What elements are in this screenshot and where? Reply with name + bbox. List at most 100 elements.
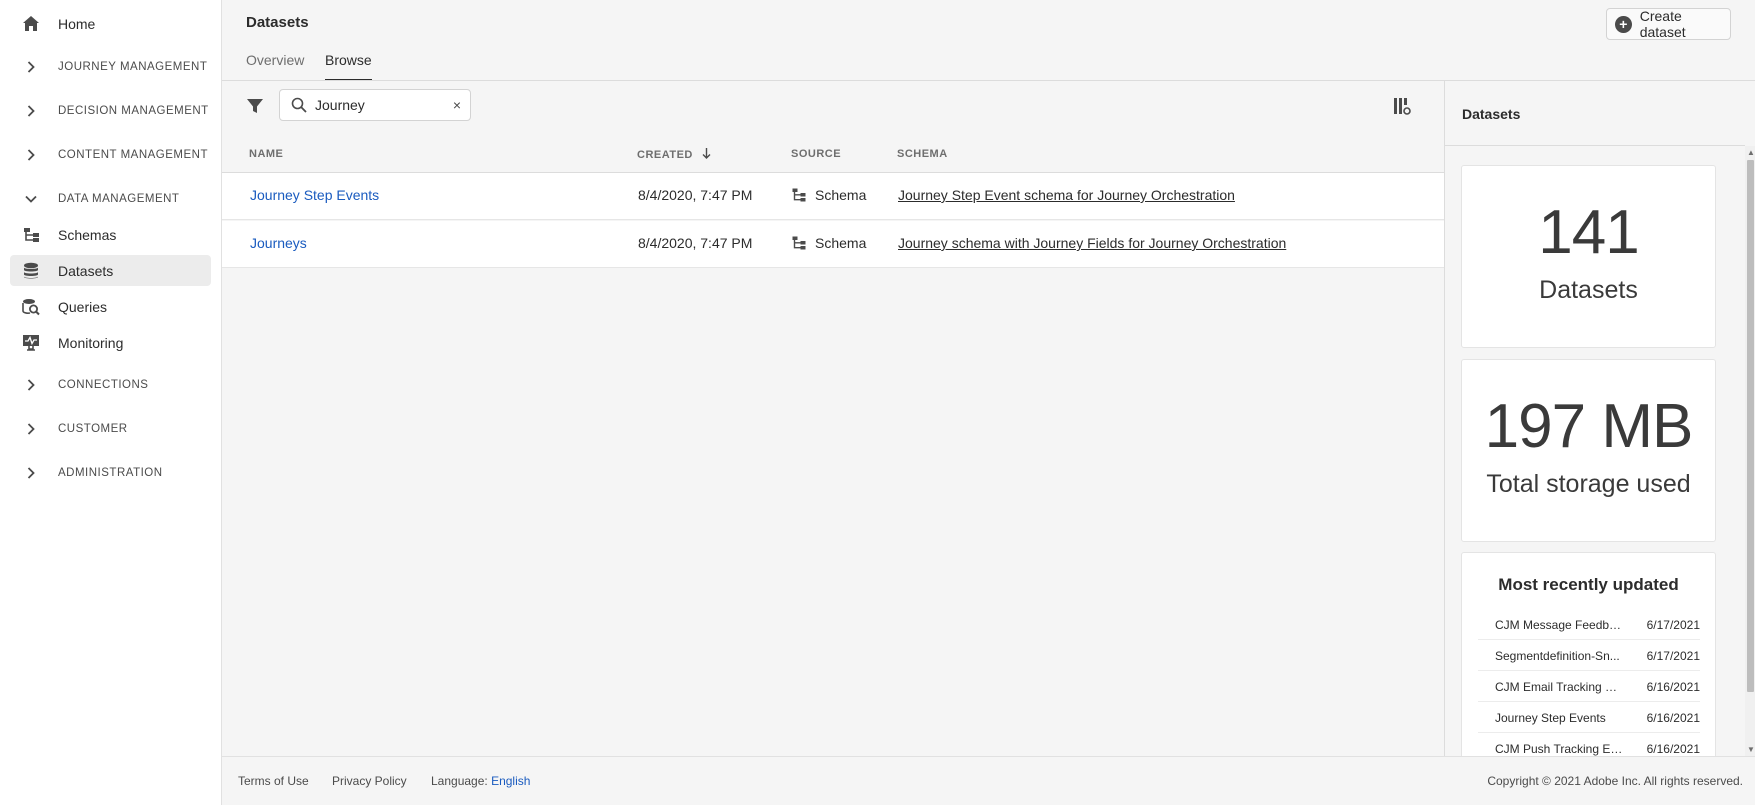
language-selector[interactable]: Language: English <box>431 774 530 788</box>
sidebar-item-monitoring[interactable]: Monitoring <box>10 327 211 358</box>
tab-overview[interactable]: Overview <box>246 52 304 81</box>
language-label: Language: <box>431 774 488 788</box>
home-icon <box>21 14 41 34</box>
create-dataset-button[interactable]: + Create dataset <box>1606 8 1731 40</box>
dataset-name-link[interactable]: Journey Step Events <box>250 187 379 203</box>
recent-item-date: 6/17/2021 <box>1646 649 1700 663</box>
sidebar-item-label: Schemas <box>58 226 117 243</box>
query-icon <box>21 297 41 317</box>
sidebar-item-label: Queries <box>58 298 108 315</box>
search-value[interactable]: Journey <box>315 97 444 113</box>
copyright-text: Copyright © 2021 Adobe Inc. All rights r… <box>1487 774 1743 788</box>
created-date: 8/4/2020, 7:47 PM <box>638 187 753 203</box>
column-header-created[interactable]: CREATED <box>637 148 711 162</box>
sidebar-section-label: CONNECTIONS <box>58 379 149 391</box>
arrow-down-icon <box>702 148 711 162</box>
scroll-down-arrow-icon[interactable]: ▼ <box>1747 745 1755 754</box>
sidebar-section-journey-management[interactable]: JOURNEY MANAGEMENT <box>10 52 211 82</box>
source-cell: Schema <box>792 235 866 251</box>
table-row[interactable]: Journey Step Events 8/4/2020, 7:47 PM Sc… <box>222 173 1444 220</box>
details-panel: Datasets 141 Datasets 197 MB Total stora… <box>1444 81 1755 762</box>
recent-title: Most recently updated <box>1498 575 1679 594</box>
recent-item[interactable]: Segmentdefinition-Sn... 6/17/2021 <box>1478 640 1700 671</box>
dataset-count-label: Datasets <box>1539 276 1638 304</box>
page-title: Datasets <box>246 14 309 31</box>
chevron-right-icon <box>21 467 41 479</box>
column-header-source[interactable]: SOURCE <box>791 148 841 160</box>
sidebar-item-label: Monitoring <box>58 334 124 351</box>
column-header-name[interactable]: NAME <box>249 148 283 160</box>
sidebar-section-label: CONTENT MANAGEMENT <box>58 149 208 161</box>
recent-item[interactable]: CJM Email Tracking Ex... 6/16/2021 <box>1478 671 1700 702</box>
sidebar-item-home[interactable]: Home <box>10 8 211 39</box>
column-header-label: CREATED <box>637 149 693 161</box>
sidebar-section-connections[interactable]: CONNECTIONS <box>10 370 211 400</box>
filter-icon[interactable] <box>246 97 264 115</box>
schema-icon <box>792 188 806 202</box>
source-cell: Schema <box>792 187 866 203</box>
recent-item-name[interactable]: Journey Step Events <box>1495 711 1623 725</box>
source-label: Schema <box>815 235 867 251</box>
chevron-right-icon <box>21 423 41 435</box>
column-header-schema[interactable]: SCHEMA <box>897 148 948 160</box>
dataset-count-card: 141 Datasets <box>1461 165 1716 348</box>
created-date: 8/4/2020, 7:47 PM <box>638 235 753 251</box>
footer: Terms of Use Privacy Policy Language: En… <box>222 756 1755 805</box>
recent-item-name[interactable]: CJM Email Tracking Ex... <box>1495 680 1623 694</box>
chevron-right-icon <box>21 149 41 161</box>
schema-link[interactable]: Journey Step Event schema for Journey Or… <box>898 187 1235 203</box>
create-dataset-label: Create dataset <box>1639 8 1686 40</box>
recent-item[interactable]: Journey Step Events 6/16/2021 <box>1478 702 1700 733</box>
schema-link[interactable]: Journey schema with Journey Fields for J… <box>898 235 1286 251</box>
sidebar-section-label: DECISION MANAGEMENT <box>58 105 209 117</box>
sidebar-section-label: DATA MANAGEMENT <box>58 193 180 205</box>
monitoring-icon <box>21 333 41 353</box>
database-icon <box>21 261 41 281</box>
sidebar-section-decision-management[interactable]: DECISION MANAGEMENT <box>10 96 211 126</box>
language-value[interactable]: English <box>491 774 530 788</box>
panel-divider <box>1445 145 1745 146</box>
table-row[interactable]: Journeys 8/4/2020, 7:47 PM Schema Journe… <box>222 221 1444 268</box>
recent-card: Most recently updated CJM Message Feedba… <box>1461 552 1716 762</box>
sidebar-section-customer[interactable]: CUSTOMER <box>10 414 211 444</box>
sidebar-item-schemas[interactable]: Schemas <box>10 219 211 250</box>
schema-icon <box>21 225 41 245</box>
tab-browse[interactable]: Browse <box>325 52 372 81</box>
dataset-count-value: 141 <box>1538 198 1639 267</box>
schema-icon <box>792 236 806 250</box>
sidebar-item-queries[interactable]: Queries <box>10 291 211 322</box>
panel-scrollbar[interactable]: ▲ ▼ <box>1745 146 1755 756</box>
sidebar: Home JOURNEY MANAGEMENT DECISION MANAGEM… <box>0 0 222 805</box>
search-icon <box>291 97 307 113</box>
storage-value: 197 MB <box>1484 392 1694 461</box>
recent-item-date: 6/17/2021 <box>1646 618 1700 632</box>
sidebar-section-label: JOURNEY MANAGEMENT <box>58 61 208 73</box>
sidebar-section-administration[interactable]: ADMINISTRATION <box>10 458 211 488</box>
sidebar-section-content-management[interactable]: CONTENT MANAGEMENT <box>10 140 211 170</box>
sidebar-section-data-management[interactable]: DATA MANAGEMENT <box>10 184 211 214</box>
recent-item-name[interactable]: CJM Push Tracking Ex... <box>1495 742 1623 756</box>
recent-item-name[interactable]: CJM Message Feedbac... <box>1495 618 1623 632</box>
terms-link[interactable]: Terms of Use <box>238 774 309 788</box>
column-settings-icon[interactable] <box>1393 97 1411 115</box>
clear-search-button[interactable]: × <box>444 97 470 113</box>
recent-item[interactable]: CJM Message Feedbac... 6/17/2021 <box>1478 609 1700 640</box>
recent-item-date: 6/16/2021 <box>1646 742 1700 756</box>
dataset-name-link[interactable]: Journeys <box>250 235 307 251</box>
storage-label: Total storage used <box>1486 470 1691 498</box>
chevron-right-icon <box>21 379 41 391</box>
privacy-link[interactable]: Privacy Policy <box>332 774 407 788</box>
sidebar-item-label: Datasets <box>58 262 114 279</box>
scrollbar-thumb[interactable] <box>1747 160 1754 692</box>
search-input[interactable]: Journey × <box>279 89 471 121</box>
recent-item-date: 6/16/2021 <box>1646 680 1700 694</box>
recent-item-date: 6/16/2021 <box>1646 711 1700 725</box>
chevron-right-icon <box>21 61 41 73</box>
sidebar-item-datasets[interactable]: Datasets <box>10 255 211 286</box>
add-circle-icon: + <box>1615 15 1632 33</box>
scroll-up-arrow-icon[interactable]: ▲ <box>1747 148 1755 157</box>
chevron-down-icon <box>21 195 41 203</box>
recent-item-name[interactable]: Segmentdefinition-Sn... <box>1495 649 1623 663</box>
sidebar-section-label: ADMINISTRATION <box>58 467 163 479</box>
panel-title: Datasets <box>1462 106 1521 122</box>
